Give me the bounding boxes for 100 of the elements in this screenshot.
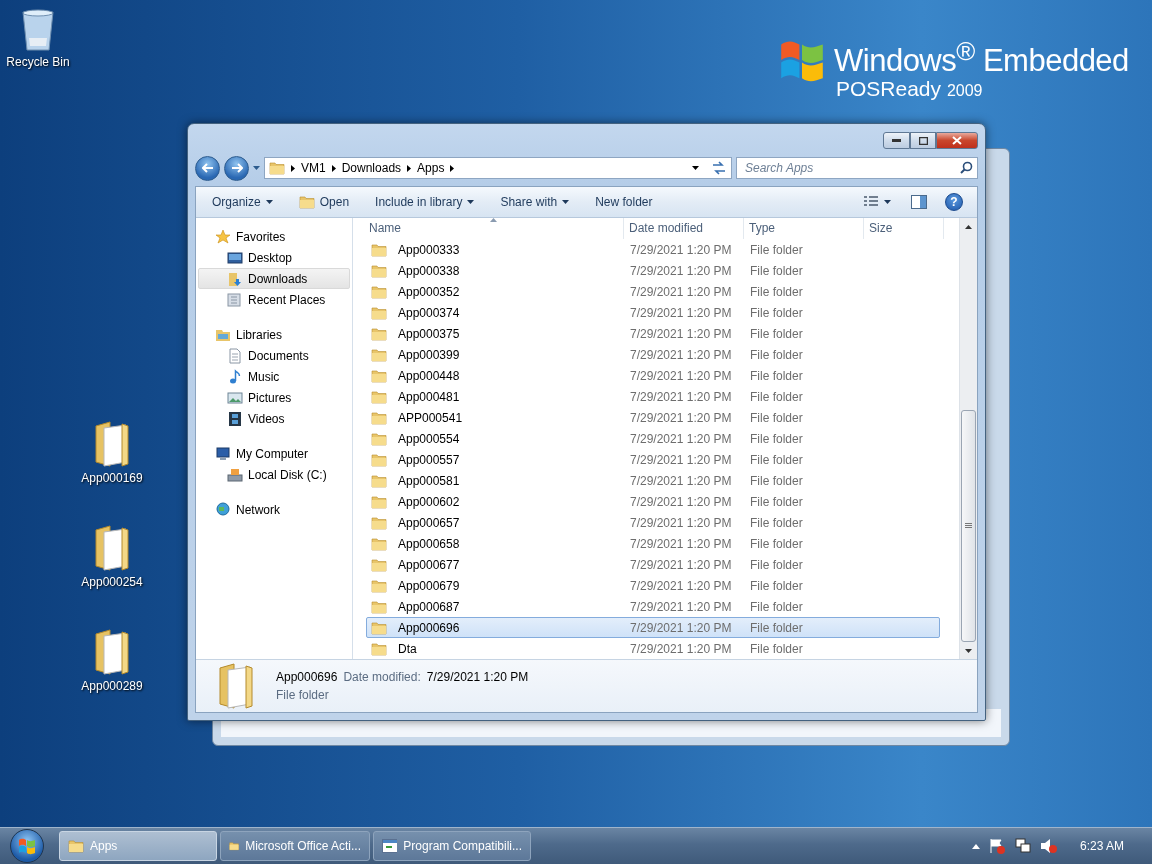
folder-icon [371,325,387,342]
toolbar-button[interactable]: Open [290,190,358,214]
minimize-button[interactable] [883,132,910,149]
network-icon[interactable] [1013,838,1032,854]
file-type: File folder [749,641,804,656]
column-header[interactable]: Type [744,218,864,239]
organize-button[interactable]: Organize [204,190,281,214]
file-row[interactable]: App000338 7/29/2021 1:20 PM File folder [366,260,940,281]
file-row[interactable]: App000677 7/29/2021 1:20 PM File folder [366,554,940,575]
logo-subtitle: POSReady 2009 [836,78,984,103]
search-field[interactable]: Search Apps [736,157,978,179]
column-header[interactable]: Date modified [624,218,744,239]
breadcrumb-item[interactable]: VM1 [301,161,326,175]
breadcrumb-item[interactable]: Downloads [341,161,402,175]
file-row[interactable]: App000687 7/29/2021 1:20 PM File folder [366,596,940,617]
file-row[interactable]: App000602 7/29/2021 1:20 PM File folder [366,491,940,512]
nav-item[interactable]: Pictures [198,387,350,408]
vertical-scrollbar[interactable] [959,218,977,659]
start-button[interactable] [10,829,44,863]
file-name: App000687 [397,599,461,614]
details-view-icon [863,196,879,208]
chevron-right-icon [450,164,455,172]
breadcrumb-item[interactable]: Apps [417,161,445,175]
file-row[interactable]: App000554 7/29/2021 1:20 PM File folder [366,428,940,449]
toolbar-button[interactable]: Share with [492,190,578,214]
preview-pane-icon [911,195,927,209]
maximize-button[interactable] [910,132,936,149]
date-modified: 7/29/2021 1:20 PM [629,515,733,530]
file-type: File folder [749,347,804,362]
grip-icon [965,523,972,529]
file-row[interactable]: App000679 7/29/2021 1:20 PM File folder [366,575,940,596]
file-row[interactable]: App000657 7/29/2021 1:20 PM File folder [366,512,940,533]
file-row[interactable]: App000333 7/29/2021 1:20 PM File folder [366,239,940,260]
windows-flag-icon [17,836,37,856]
nav-item[interactable]: My Computer [198,443,350,464]
show-hidden-icons-icon[interactable] [971,843,980,849]
file-row[interactable]: APP000541 7/29/2021 1:20 PM File folder [366,407,940,428]
speaker-muted-icon[interactable] [1039,838,1058,854]
flag-alert-icon[interactable] [987,838,1006,854]
nav-item[interactable]: Local Disk (C:) [198,464,350,485]
logo-title: Windows$^{®}$ Embedded [834,36,1129,79]
file-row[interactable]: App000481 7/29/2021 1:20 PM File folder [366,386,940,407]
file-row[interactable]: App000374 7/29/2021 1:20 PM File folder [366,302,940,323]
nav-item[interactable]: Favorites [198,226,350,247]
caret-icon [467,200,475,204]
file-name: Dta [397,641,418,656]
right-arrow-icon [230,163,243,173]
file-row[interactable]: App000352 7/29/2021 1:20 PM File folder [366,281,940,302]
scroll-down-icon[interactable] [965,648,972,653]
file-row[interactable]: App000399 7/29/2021 1:20 PM File folder [366,344,940,365]
nav-item[interactable]: Downloads [198,268,350,289]
nav-item[interactable]: Libraries [198,324,350,345]
desktop-icon-label[interactable]: Recycle Bin [6,55,70,69]
film-strip-icon [227,410,243,427]
date-modified: 7/29/2021 1:20 PM [629,263,733,278]
nav-item[interactable]: Documents [198,345,350,366]
file-row[interactable]: App000375 7/29/2021 1:20 PM File folder [366,323,940,344]
file-name: App000677 [397,557,461,572]
computer-icon [215,445,231,462]
file-row[interactable]: Dta 7/29/2021 1:20 PM File folder [366,638,940,659]
address-bar[interactable]: VM1 Downloads Apps [264,157,732,179]
file-row[interactable]: App000581 7/29/2021 1:20 PM File folder [366,470,940,491]
file-row[interactable]: App000557 7/29/2021 1:20 PM File folder [366,449,940,470]
back-button[interactable] [195,155,220,181]
close-button[interactable] [936,132,978,149]
folder-icon [92,420,132,468]
date-modified: 7/29/2021 1:20 PM [629,410,733,425]
file-row[interactable]: App000658 7/29/2021 1:20 PM File folder [366,533,940,554]
nav-item[interactable]: Music [198,366,350,387]
file-type: File folder [749,389,804,404]
scroll-up-icon[interactable] [965,224,972,229]
date-modified: 7/29/2021 1:20 PM [629,578,733,593]
date-modified: 7/29/2021 1:20 PM [629,326,733,341]
file-name: App000481 [397,389,461,404]
desktop-icon-label[interactable]: App000289 [81,679,143,693]
folder-icon [371,241,387,258]
file-type: File folder [749,494,804,509]
column-header[interactable]: Size [864,218,944,239]
refresh-icon[interactable] [711,161,727,175]
clock[interactable]: 6:23 AM [1079,839,1124,853]
nav-item[interactable]: Desktop [198,247,350,268]
file-name: App000374 [397,305,461,320]
toolbar-button[interactable]: Include in library [367,190,483,214]
file-row[interactable]: App000448 7/29/2021 1:20 PM File folder [366,365,940,386]
taskbar-button[interactable]: Program Compatibili... [373,831,531,861]
forward-button[interactable] [224,155,249,181]
desktop-icon-label[interactable]: App000169 [81,471,143,485]
nav-item[interactable]: Recent Places [198,289,350,310]
file-type: File folder [749,263,804,278]
date-modified: 7/29/2021 1:20 PM [629,284,733,299]
selected-file-row[interactable]: App000696 7/29/2021 1:20 PM File folder [366,617,940,638]
toolbar-button[interactable]: New folder [587,190,661,214]
desktop-icon-label[interactable]: App000254 [81,575,143,589]
taskbar-button[interactable]: Microsoft Office Acti... [220,831,370,861]
recent-places-icon [227,291,243,308]
nav-item[interactable]: Network [198,499,350,520]
file-type: File folder [749,305,804,320]
file-type: File folder [749,578,804,593]
nav-item[interactable]: Videos [198,408,350,429]
folder-preview-icon [216,662,256,710]
